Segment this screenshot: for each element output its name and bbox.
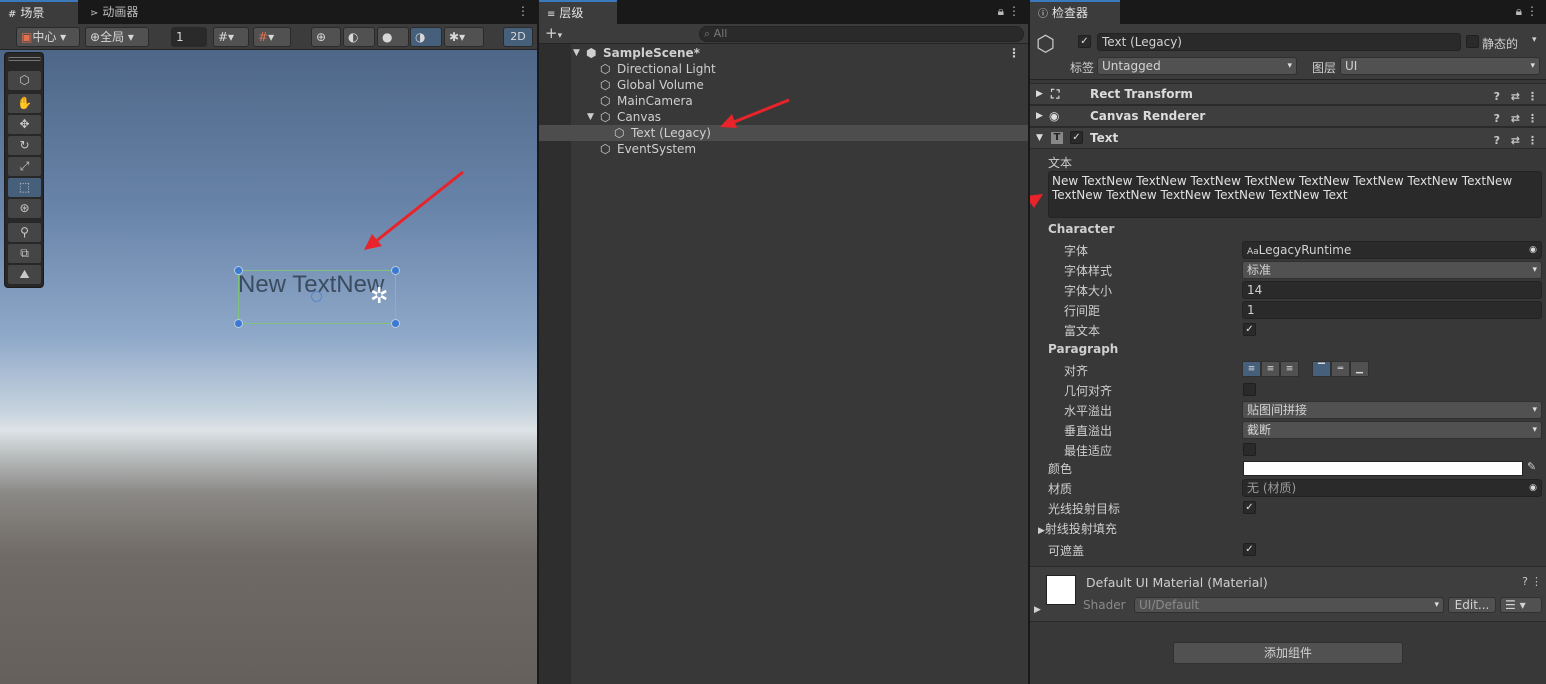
annotation-arrow-scene (364, 170, 464, 250)
annotation-arrow-hierarchy (720, 98, 790, 128)
inspector-panel: ⓘ 检查器 🔒︎ ⋮ ⬡ ✓ Text (Legacy) 静态的 ▾ 标签 Unt… (1030, 0, 1546, 684)
scene-panel: # 场景 ⋗ 动画器 ⋮ ▣中心 ▾ ⊕全局 ▾ 1 #▾ #▾ ⊕ ◐ ● ◑ ✱… (0, 0, 537, 684)
hierarchy-panel: ≡ 层级 🔒︎ ⋮ +▾ ⌕ All ▼ ⬢ SampleScene* ⋮ ⬡ Di… (539, 0, 1028, 684)
annotation-arrow-inspector (1030, 194, 1043, 208)
